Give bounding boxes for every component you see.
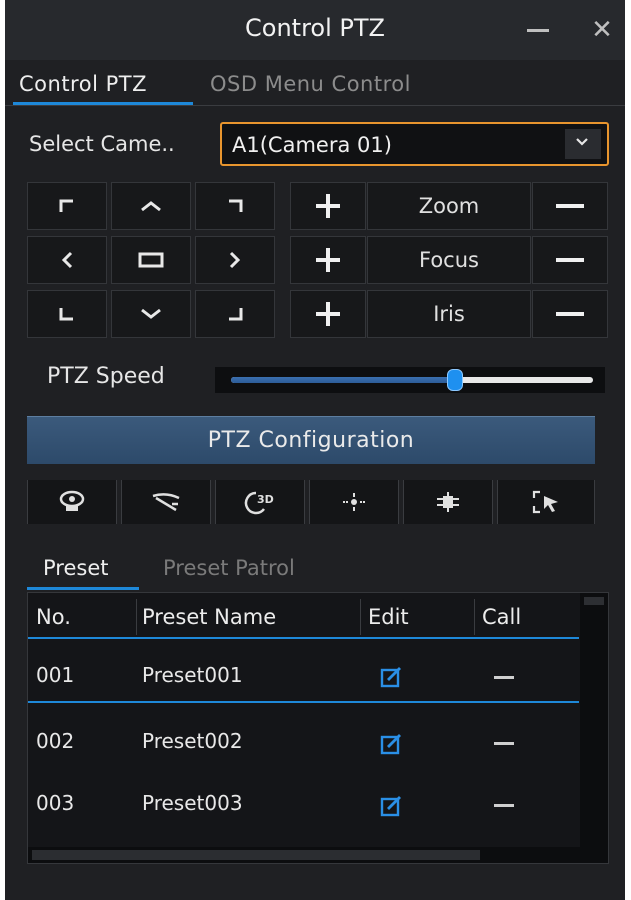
ptz-speed-slider[interactable]	[215, 367, 605, 393]
scrollbar-thumb[interactable]	[584, 597, 604, 605]
focus-far-button[interactable]	[532, 236, 608, 284]
preset-no: 002	[36, 729, 75, 753]
column-separator	[360, 599, 361, 635]
ptz-speed-label: PTZ Speed	[47, 364, 165, 389]
preset-no: 003	[36, 791, 75, 815]
focus-near-button[interactable]	[290, 236, 366, 284]
edit-icon[interactable]	[380, 795, 402, 817]
call-preset-button[interactable]	[494, 804, 514, 807]
up-right-icon[interactable]	[195, 182, 275, 230]
down-left-icon[interactable]	[27, 290, 107, 338]
tab-osd-menu-control[interactable]: OSD Menu Control	[210, 72, 411, 96]
tab-preset[interactable]: Preset	[43, 556, 108, 580]
close-icon[interactable]: ✕	[587, 16, 617, 44]
edit-icon[interactable]	[380, 733, 402, 755]
vertical-scrollbar[interactable]	[580, 593, 608, 863]
column-header-preset-name: Preset Name	[142, 605, 277, 629]
preset-name: Preset001	[142, 663, 243, 687]
one-touch-patrol-icon[interactable]	[309, 480, 399, 524]
svg-text:3D: 3D	[257, 493, 274, 506]
slider-thumb[interactable]	[447, 369, 464, 391]
preset-no: 001	[36, 663, 75, 687]
preset-tab-indicator	[27, 587, 139, 590]
one-touch-park-icon[interactable]	[497, 480, 595, 524]
call-preset-button[interactable]	[494, 676, 514, 679]
zoom-in-button[interactable]	[290, 182, 366, 230]
defog-icon[interactable]	[403, 480, 493, 524]
preset-name: Preset002	[142, 729, 243, 753]
camera-select-dropdown[interactable]: A1(Camera 01)	[220, 122, 609, 166]
slider-fill	[231, 377, 456, 383]
tab-divider	[5, 105, 625, 106]
column-header-no: No.	[36, 605, 71, 629]
column-separator	[136, 599, 137, 635]
column-header-edit: Edit	[368, 605, 409, 629]
3d-positioning-icon[interactable]: 3D	[215, 480, 305, 524]
up-left-icon[interactable]	[27, 182, 107, 230]
scrollbar-thumb[interactable]	[32, 850, 480, 860]
horizontal-scrollbar[interactable]	[28, 847, 580, 863]
iris-open-button[interactable]	[290, 290, 366, 338]
title-bar: Control PTZ ✕	[5, 0, 625, 60]
left-icon[interactable]	[27, 236, 107, 284]
select-camera-label: Select Came..	[29, 132, 175, 156]
ptz-configuration-button[interactable]: PTZ Configuration	[27, 416, 595, 464]
tab-control-ptz[interactable]: Control PTZ	[19, 72, 147, 96]
light-icon[interactable]	[27, 480, 117, 524]
up-icon[interactable]	[111, 182, 191, 230]
iris-close-button[interactable]	[532, 290, 608, 338]
preset-table: No. Preset Name Edit Call 001 Preset001 …	[27, 592, 609, 864]
row-divider	[28, 701, 579, 703]
right-icon[interactable]	[195, 236, 275, 284]
column-header-call: Call	[482, 605, 522, 629]
ptz-control-panel: Control PTZ ✕ Control PTZ OSD Menu Contr…	[5, 0, 625, 900]
preset-name: Preset003	[142, 791, 243, 815]
center-icon[interactable]	[111, 236, 191, 284]
wiper-icon[interactable]	[121, 480, 211, 524]
edit-icon[interactable]	[380, 666, 402, 688]
focus-label: Focus	[367, 236, 531, 284]
header-divider	[28, 637, 579, 639]
camera-select-value: A1(Camera 01)	[232, 133, 392, 157]
down-icon[interactable]	[111, 290, 191, 338]
minimize-icon[interactable]	[523, 18, 553, 42]
zoom-out-button[interactable]	[532, 182, 608, 230]
tab-preset-patrol[interactable]: Preset Patrol	[163, 556, 295, 580]
down-right-icon[interactable]	[195, 290, 275, 338]
iris-label: Iris	[367, 290, 531, 338]
zoom-label: Zoom	[367, 182, 531, 230]
column-separator	[474, 599, 475, 635]
call-preset-button[interactable]	[494, 742, 514, 745]
chevron-down-icon[interactable]	[565, 129, 601, 159]
